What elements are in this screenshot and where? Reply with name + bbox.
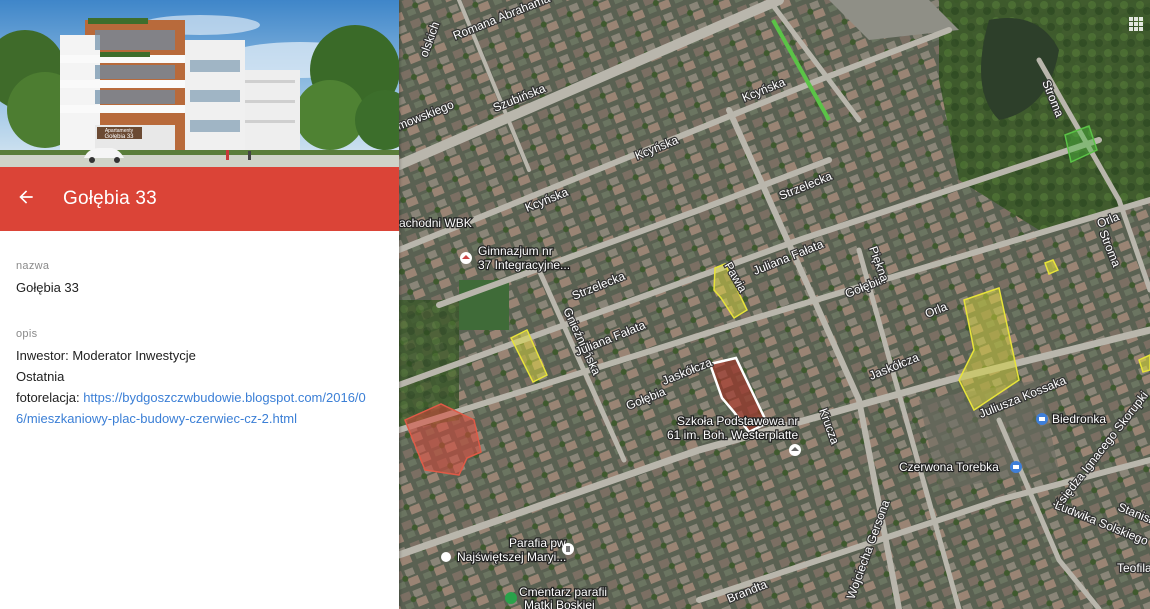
description-value: Inwestor: Moderator Inwestycje Ostatnia … bbox=[16, 345, 376, 429]
poi-label: Gimnazjum nr bbox=[478, 244, 553, 258]
back-button[interactable] bbox=[6, 179, 46, 219]
back-arrow-icon bbox=[16, 187, 36, 212]
poi-label: Parafia pw. bbox=[509, 536, 568, 550]
info-panel: Apartamenty Gołębia 33 Gołębia 33 nazwa … bbox=[0, 0, 399, 609]
cemetery-icon bbox=[505, 592, 517, 604]
street-label: Teofila Ga bbox=[1117, 561, 1150, 575]
poi-label-bank: achodni WBK bbox=[399, 216, 472, 230]
panel-header: Gołębia 33 bbox=[0, 167, 399, 231]
poi-label: Czerwona Torebka bbox=[899, 460, 999, 474]
name-label: nazwa bbox=[16, 260, 50, 272]
poi-label: Szkoła Podstawowa nr bbox=[677, 414, 798, 428]
investor-line: Inwestor: Moderator Inwestycje bbox=[16, 348, 196, 363]
photo-report-prefix: fotorelacja: bbox=[16, 390, 84, 405]
poi-label: Najświętszej Maryi... bbox=[457, 550, 566, 564]
name-value: Gołębia 33 bbox=[16, 280, 79, 295]
description-label: opis bbox=[16, 328, 38, 340]
poi-label: 61 im. Boh. Westerplatte bbox=[667, 428, 799, 442]
poi-label: Matki Boskiej bbox=[524, 598, 595, 609]
building-photo: Apartamenty Gołębia 33 bbox=[0, 0, 399, 167]
grid-apps-button[interactable] bbox=[1128, 16, 1144, 32]
page-title: Gołębia 33 bbox=[63, 188, 157, 209]
satellite-map[interactable]: olskich Romana Abrahama mowskiego Szubiń… bbox=[399, 0, 1150, 609]
poi-label: 37 Integracyjne... bbox=[478, 258, 570, 272]
photo-report-line: fotorelacja: https://bydgoszczwbudowie.b… bbox=[16, 387, 376, 429]
poi-label: Cmentarz parafii bbox=[519, 585, 607, 599]
poi-label: Biedronka bbox=[1052, 412, 1106, 426]
grid-apps-icon bbox=[1128, 16, 1144, 32]
description-line: Ostatnia bbox=[16, 369, 65, 384]
sign-line-2: Gołębia 33 bbox=[104, 134, 134, 140]
church-icon bbox=[441, 552, 451, 562]
